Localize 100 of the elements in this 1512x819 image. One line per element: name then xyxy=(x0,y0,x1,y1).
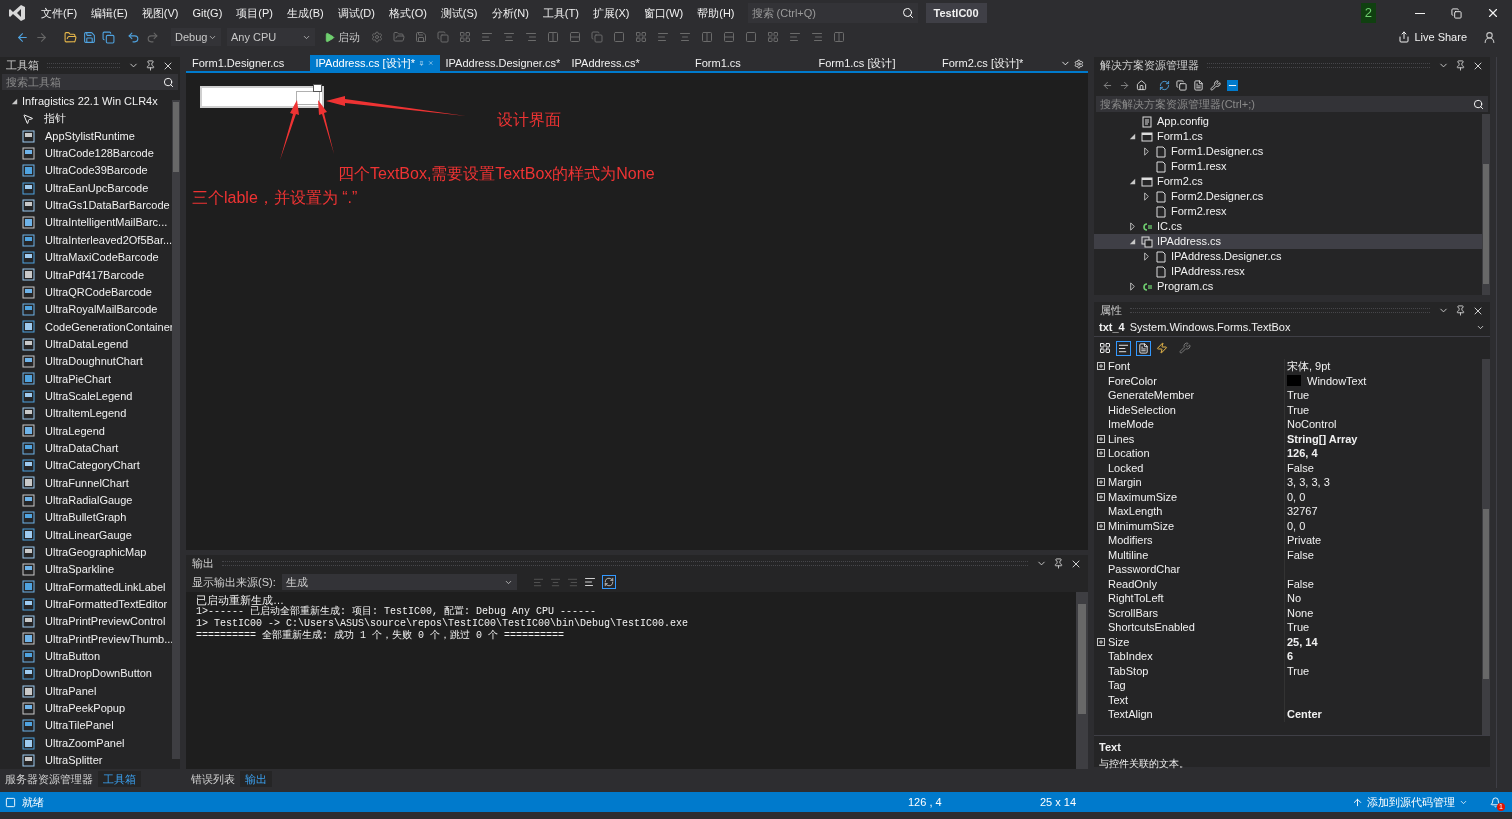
tree-item[interactable]: IC.cs xyxy=(1094,219,1482,234)
toolbox-item[interactable]: UltraPeekPopup xyxy=(0,699,172,718)
menu-item[interactable]: 生成(B) xyxy=(280,4,331,22)
annotation-text: 设计界面 xyxy=(497,110,561,130)
toolbox-item[interactable]: AppStylistRuntime xyxy=(0,127,172,145)
tree-item[interactable]: App.config xyxy=(1094,114,1482,129)
menu-item[interactable]: 测试(S) xyxy=(433,4,485,22)
toolbox-item[interactable]: UltraTilePanel xyxy=(0,717,172,735)
editor-tab[interactable]: IPAddress.cs* xyxy=(565,55,689,71)
output-source-dropdown[interactable]: 生成 xyxy=(281,574,517,590)
toolbox-item[interactable]: UltraSparkline xyxy=(0,560,172,579)
pin-icon xyxy=(145,60,156,71)
toolbox-item[interactable]: UltraButton xyxy=(0,647,172,665)
menu-item[interactable]: 帮助(H) xyxy=(690,4,742,22)
tree-item[interactable]: Form1.cs xyxy=(1094,129,1482,144)
menu-item[interactable]: 格式(O) xyxy=(381,4,434,22)
tree-item[interactable]: Form2.resx xyxy=(1094,204,1482,219)
toolbox-item[interactable]: UltraDataChart xyxy=(0,439,172,457)
configuration-dropdown[interactable]: Debug xyxy=(171,28,221,46)
toolbox-item[interactable]: UltraQRCodeBarcode xyxy=(0,283,172,301)
panel-tab[interactable]: 工具箱 xyxy=(98,770,141,788)
tree-item[interactable]: IPAddress.resx xyxy=(1094,264,1482,279)
toolbox-item[interactable]: UltraCode128Barcode xyxy=(0,144,172,163)
toolbox-item[interactable]: UltraLegend xyxy=(0,422,172,440)
toolbox-item[interactable]: UltraPieChart xyxy=(0,370,172,388)
ip-address-control[interactable] xyxy=(200,86,324,108)
toolbox-item[interactable]: UltraFormattedTextEditor xyxy=(0,595,172,613)
tree-item[interactable]: IPAddress.Designer.cs xyxy=(1094,249,1482,264)
search-field[interactable]: 搜索 (Ctrl+Q) xyxy=(747,3,918,23)
editor-tab[interactable]: Form2.cs [设计]* xyxy=(936,55,1060,71)
toolbox-item[interactable]: UltraFunnelChart xyxy=(0,474,172,492)
toolbox-item[interactable]: UltraInterleaved2Of5Bar... xyxy=(0,231,172,249)
tree-item[interactable]: Form1.resx xyxy=(1094,159,1482,174)
property-row[interactable]: ForeColor WindowText xyxy=(1094,373,1482,388)
toolbox-search-field[interactable]: 搜索工具箱 xyxy=(2,74,178,90)
menu-item[interactable]: 文件(F) xyxy=(34,4,85,22)
toolbox-item[interactable]: UltraCode39Barcode xyxy=(0,162,172,180)
toolbox-item[interactable]: UltraPanel xyxy=(0,682,172,700)
menu-item[interactable]: 窗口(W) xyxy=(636,4,691,22)
tree-item[interactable]: Form2.cs xyxy=(1094,174,1482,189)
toolbox-item[interactable]: CodeGenerationContainer xyxy=(0,318,172,336)
menu-item[interactable]: 编辑(E) xyxy=(84,4,135,22)
toolbox-item[interactable]: UltraDropDownButton xyxy=(0,665,172,683)
toolbox-item[interactable]: UltraMaxiCodeBarcode xyxy=(0,248,172,267)
toolbox-item[interactable]: UltraPrintPreviewThumb... xyxy=(0,630,172,648)
component-icon xyxy=(22,528,35,542)
output-line: 1>------ 已启动全部重新生成: 项目: TestIC00, 配置: Debug Any CPU ------ xyxy=(196,606,598,618)
editor-tab[interactable]: IPAddress.Designer.cs* xyxy=(439,55,566,71)
toolbox-item[interactable]: UltraItemLegend xyxy=(0,404,172,423)
toolbox-item[interactable]: UltraBulletGraph xyxy=(0,508,172,527)
toolbox-item[interactable]: UltraGeographicMap xyxy=(0,543,172,561)
platform-dropdown[interactable]: Any CPU xyxy=(227,28,315,46)
toolbox-item[interactable]: UltraCategoryChart xyxy=(0,456,172,475)
menu-item[interactable]: 项目(P) xyxy=(229,4,280,22)
toolbox-item[interactable]: UltraZoomPanel xyxy=(0,734,172,752)
pin-icon xyxy=(1455,60,1466,71)
menu-item[interactable]: 工具(T) xyxy=(535,4,586,22)
toolbox-item[interactable]: UltraRoyalMailBarcode xyxy=(0,300,172,319)
solution-search-field[interactable]: 搜索解决方案资源管理器(Ctrl+;) xyxy=(1096,96,1488,112)
toolbox-item[interactable]: UltraDoughnutChart xyxy=(0,352,172,371)
menu-item[interactable]: 视图(V) xyxy=(134,4,186,22)
toolbox-item[interactable]: UltraLinearGauge xyxy=(0,526,172,544)
tree-item[interactable]: Form2.Designer.cs xyxy=(1094,189,1482,204)
toolbox-item[interactable]: UltraEanUpcBarcode xyxy=(0,179,172,197)
editor-tab[interactable]: Form1.cs xyxy=(689,55,813,71)
panel-tab[interactable]: 错误列表 xyxy=(186,770,240,788)
editor-tab[interactable]: Form1.Designer.cs xyxy=(186,55,310,71)
menu-item[interactable]: 分析(N) xyxy=(484,4,536,22)
tree-item[interactable]: Program.cs xyxy=(1094,279,1482,294)
toolbox-item[interactable]: UltraIntelligentMailBarc... xyxy=(0,214,172,232)
notification-badge[interactable]: 2 xyxy=(1360,3,1376,23)
toolbox-item[interactable]: UltraPrintPreviewControl xyxy=(0,612,172,631)
toolbox-item[interactable]: UltraSplitter xyxy=(0,751,172,770)
tree-item[interactable]: IPAddress.cs xyxy=(1094,234,1482,249)
toolbox-item[interactable]: UltraPdf417Barcode xyxy=(0,266,172,284)
panel-tab[interactable]: 服务器资源管理器 xyxy=(0,770,98,788)
toolbar-icon xyxy=(701,31,713,43)
toolbox-item[interactable]: UltraGs1DataBarBarcode xyxy=(0,196,172,215)
panel-tab[interactable]: 输出 xyxy=(240,770,272,788)
menu-item[interactable]: Git(G) xyxy=(185,4,230,22)
toolbox-item[interactable]: UltraScaleLegend xyxy=(0,387,172,405)
alphabetical-button[interactable] xyxy=(1116,340,1131,356)
menu-item[interactable]: 扩展(X) xyxy=(585,4,637,22)
editor-tab[interactable]: IPAddress.cs [设计]* xyxy=(309,55,440,71)
menu-item[interactable]: 调试(D) xyxy=(330,4,382,22)
editor-tab[interactable]: Form1.cs [设计] xyxy=(812,55,936,71)
output-line: 已启动重新生成… xyxy=(196,594,285,606)
expand-icon xyxy=(1097,478,1105,487)
component-icon xyxy=(22,198,35,212)
live-share-button[interactable]: Live Share xyxy=(1398,28,1467,46)
toolbox-item[interactable]: UltraFormattedLinkLabel xyxy=(0,578,172,596)
toolbox-category[interactable]: Infragistics 22.1 Win CLR4x xyxy=(0,93,172,110)
component-icon xyxy=(22,441,35,455)
toolbox-item[interactable]: 指针 xyxy=(0,110,172,128)
restore-icon xyxy=(1451,7,1462,19)
start-button[interactable]: 启动 xyxy=(321,28,363,46)
toolbox-item[interactable]: UltraDataLegend xyxy=(0,335,172,353)
toolbox-item[interactable]: UltraRadialGauge xyxy=(0,491,172,509)
tree-item[interactable]: Form1.Designer.cs xyxy=(1094,144,1482,159)
source-control-button[interactable]: 添加到源代码管理 xyxy=(1352,793,1468,811)
